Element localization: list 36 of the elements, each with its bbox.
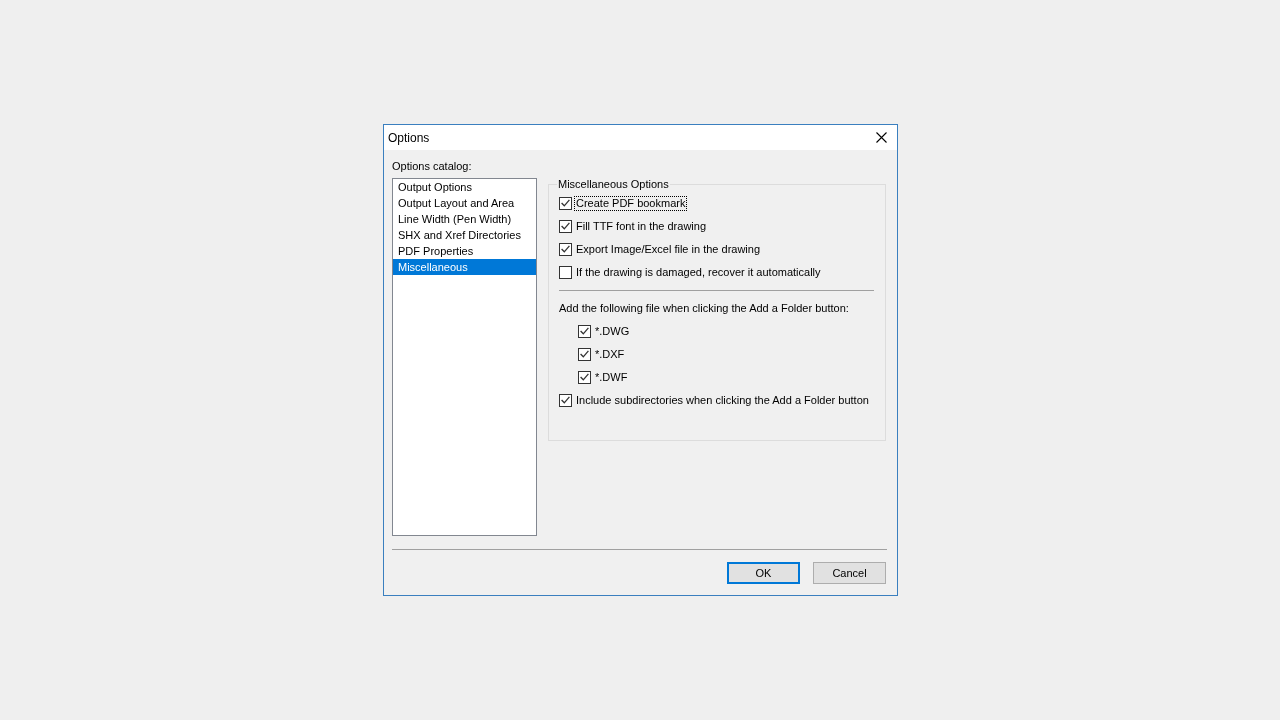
check-icon — [561, 222, 570, 230]
catalog-item[interactable]: Output Layout and Area — [393, 195, 536, 211]
check-icon — [580, 327, 589, 335]
checkbox-label[interactable]: Fill TTF font in the drawing — [575, 219, 707, 233]
file-types-label: Add the following file when clicking the Add a Folder button: — [559, 302, 850, 315]
check-icon — [580, 350, 589, 358]
check-icon — [561, 396, 570, 404]
checkbox-label[interactable]: *.DWG — [594, 324, 631, 338]
checkbox[interactable] — [559, 393, 572, 407]
checkbox[interactable] — [578, 370, 591, 384]
cancel-button[interactable]: Cancel — [813, 562, 886, 584]
catalog-item[interactable]: SHX and Xref Directories — [393, 227, 536, 243]
catalog-item[interactable]: Miscellaneous — [393, 259, 536, 275]
group-title: Miscellaneous Options — [557, 178, 670, 191]
close-icon — [875, 132, 887, 143]
catalog-label: Options catalog: — [392, 159, 472, 173]
checkbox[interactable] — [578, 347, 591, 361]
checkbox-label[interactable]: Export Image/Excel file in the drawing — [575, 242, 762, 256]
checkbox-label[interactable]: *.DWF — [594, 370, 629, 384]
check-icon — [580, 373, 589, 381]
check-icon — [561, 245, 570, 253]
ok-button[interactable]: OK — [727, 562, 800, 584]
checkbox-label[interactable]: Include subdirectories when clicking the Add a Folder button — [575, 393, 870, 407]
checkbox-label[interactable]: *.DXF — [594, 347, 626, 361]
checkbox[interactable] — [559, 196, 572, 210]
check-icon — [561, 199, 570, 207]
checkbox[interactable] — [578, 324, 591, 338]
window-title: Options — [388, 130, 430, 145]
checkbox[interactable] — [559, 219, 572, 233]
catalog-item[interactable]: Line Width (Pen Width) — [393, 211, 536, 227]
checkbox[interactable] — [559, 265, 572, 279]
catalog-item[interactable]: Output Options — [393, 179, 536, 195]
checkbox-label[interactable]: Create PDF bookmark — [575, 196, 687, 210]
checkbox-label[interactable]: If the drawing is damaged, recover it automatically — [575, 265, 822, 279]
catalog-item[interactable]: PDF Properties — [393, 243, 536, 259]
checkbox[interactable] — [559, 242, 572, 256]
